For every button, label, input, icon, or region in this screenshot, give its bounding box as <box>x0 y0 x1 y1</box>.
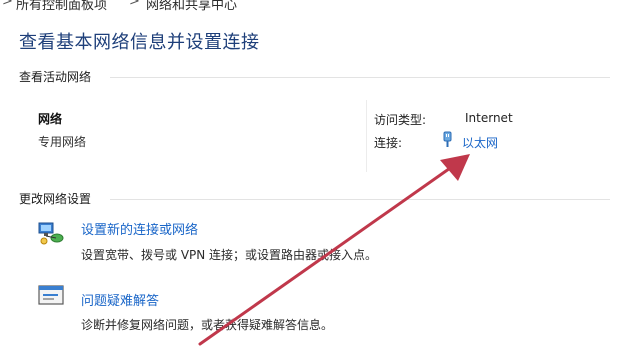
breadcrumb-item-network-center[interactable]: 网络和共享中心 <box>146 0 237 13</box>
network-name: 网络 <box>38 112 63 126</box>
troubleshoot-description: 诊断并修复网络问题，或者获得疑难解答信息。 <box>81 318 334 332</box>
ethernet-connection-link[interactable]: 以太网 <box>462 134 498 151</box>
connection-label: 连接: <box>374 136 403 150</box>
access-type-label: 访问类型: <box>374 113 427 127</box>
ethernet-plug-icon <box>443 131 452 147</box>
network-setup-icon <box>38 222 64 245</box>
breadcrumb-separator: > <box>129 0 140 9</box>
page-title: 查看基本网络信息并设置连接 <box>19 32 260 53</box>
change-settings-heading: 更改网络设置 <box>19 192 92 206</box>
setup-connection-description: 设置宽带、拨号或 VPN 连接；或设置路由器或接入点。 <box>81 248 378 262</box>
network-type: 专用网络 <box>38 135 87 149</box>
column-divider <box>366 100 367 172</box>
troubleshoot-icon <box>38 285 64 305</box>
section-divider <box>110 77 610 78</box>
annotation-arrow <box>198 154 470 346</box>
access-type-value: Internet <box>465 111 513 125</box>
breadcrumb-separator: > <box>2 0 13 9</box>
setup-connection-link[interactable]: 设置新的连接或网络 <box>81 219 198 238</box>
breadcrumb-item-control-panel[interactable]: 所有控制面板项 <box>16 0 107 13</box>
section-divider <box>110 199 610 200</box>
troubleshoot-link[interactable]: 问题疑难解答 <box>81 290 159 309</box>
active-networks-heading: 查看活动网络 <box>19 70 92 84</box>
